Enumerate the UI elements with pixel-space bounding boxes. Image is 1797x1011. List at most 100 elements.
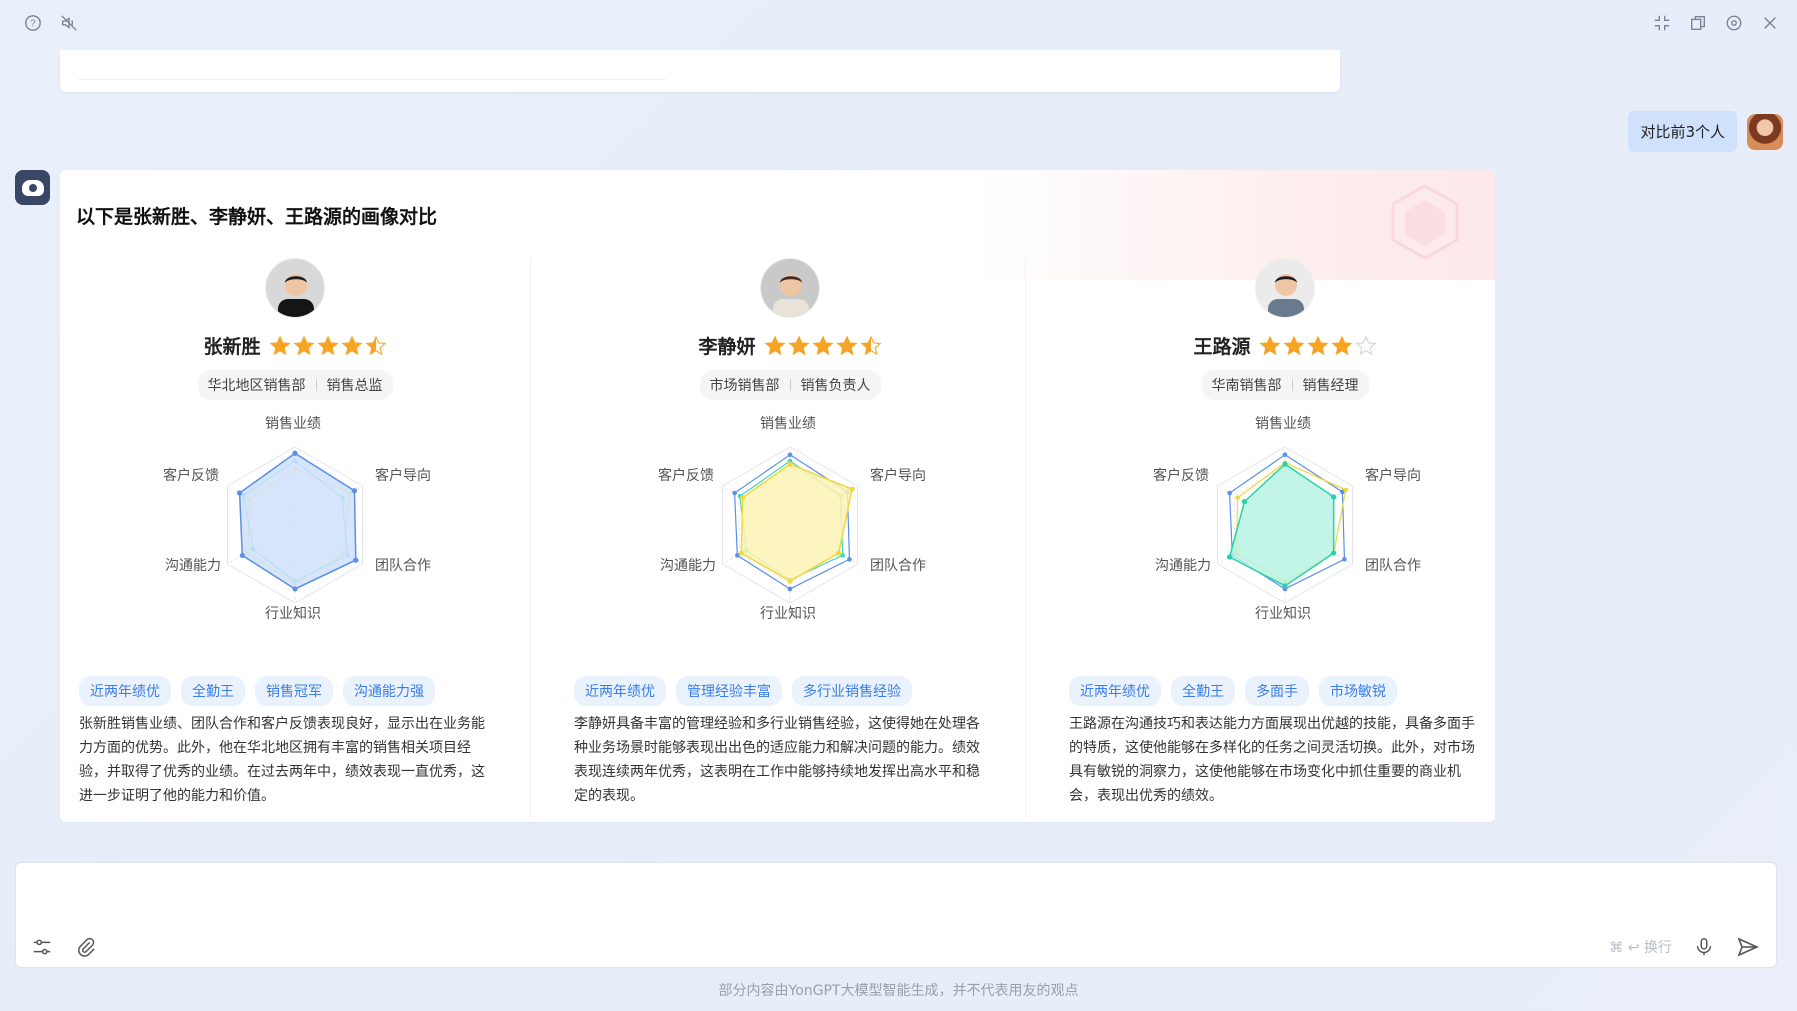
radar-chart: 销售业绩 客户导向 团队合作 行业知识 沟通能力 客户反馈 (620, 413, 960, 633)
radar-point (732, 490, 737, 496)
dept-row: 市场销售部 销售负责人 (555, 370, 1025, 400)
attach-icon[interactable] (74, 935, 98, 959)
star-icon (1258, 334, 1281, 355)
person-name: 张新胜 (203, 336, 261, 358)
radar-point (1241, 499, 1248, 505)
person-description: 王路源在沟通技巧和表达能力方面展现出优越的技能，具备多面手的特质，这使他能够在多… (1069, 716, 1475, 804)
people-comparison: 张新胜 华北地区销售部 销售总监 销售业绩 客户导向 团队合作 行业知识 沟通能力 客户反馈 近两… (60, 258, 1495, 818)
radar-point (1342, 557, 1347, 562)
tag: 全勤王 (181, 676, 245, 706)
radar-point (849, 486, 855, 492)
newline-hint: ⌘ ↩ 换行 (1609, 940, 1672, 956)
bot-avatar (15, 170, 50, 205)
radar-point (738, 550, 744, 556)
star-icon (364, 334, 387, 355)
answer-card: 以下是张新胜、李静妍、王路源的画像对比 张新胜 华北地区销售部 销售总监 销售业绩 客户… (60, 170, 1495, 822)
radar-point (836, 550, 842, 556)
tag: 多面手 (1245, 676, 1309, 706)
star-icon (316, 334, 339, 355)
radar-point (237, 490, 243, 496)
radar-chart: 销售业绩 客户导向 团队合作 行业知识 沟通能力 客户反馈 (1115, 413, 1455, 633)
star-icon (1282, 334, 1305, 355)
tag: 多行业销售经验 (792, 676, 912, 706)
help-icon[interactable]: ? (22, 12, 44, 34)
dept-row: 华南销售部 销售经理 (1050, 370, 1495, 400)
radar-axis-label: 客户导向 (1365, 468, 1421, 484)
radar-axis-label: 团队合作 (375, 558, 431, 574)
dept-row: 华北地区销售部 销售总监 (60, 370, 530, 400)
tag: 近两年绩优 (1069, 676, 1161, 706)
person-name: 李静妍 (698, 336, 756, 358)
radar-axis-label: 销售业绩 (265, 416, 321, 432)
mute-icon[interactable] (58, 12, 80, 34)
person-avatar[interactable] (760, 258, 820, 318)
radar-chart: 销售业绩 客户导向 团队合作 行业知识 沟通能力 客户反馈 (125, 413, 465, 633)
star-icon (859, 334, 882, 355)
radar-svg (721, 446, 859, 604)
top-left-toolbar: ? (22, 12, 80, 34)
radar-point (1331, 494, 1337, 500)
dept-pill: 市场销售部 销售负责人 (699, 370, 881, 400)
hexagon-deco-icon (1391, 184, 1459, 260)
svg-text:?: ? (30, 19, 36, 30)
chat-input-box: ⌘ ↩ 换行 (15, 862, 1777, 968)
tag: 近两年绩优 (79, 676, 171, 706)
tag: 全勤王 (1171, 676, 1235, 706)
radar-point (1235, 495, 1241, 500)
person-name-row: 王路源 (1050, 332, 1495, 359)
radar-axis-label: 客户反馈 (163, 468, 219, 484)
star-icon (268, 334, 291, 355)
radar-axis-label: 沟通能力 (660, 558, 716, 574)
star-icon (340, 334, 363, 355)
dept-pill: 华南销售部 销售经理 (1201, 370, 1369, 400)
rating-stars (1258, 334, 1377, 357)
radar-axis-label: 行业知识 (1255, 606, 1311, 622)
chat-input[interactable] (30, 875, 1730, 915)
star-icon (787, 334, 810, 355)
dept-label: 市场销售部 (709, 378, 780, 394)
radar-point (292, 586, 298, 592)
radar-point (1282, 452, 1288, 458)
mic-icon[interactable] (1692, 935, 1716, 959)
person-card: 王路源 华南销售部 销售经理 销售业绩 客户导向 团队合作 行业知识 沟通能力 客户反馈 近两年绩… (1050, 258, 1495, 818)
close-icon[interactable] (1759, 12, 1781, 34)
star-icon (1354, 334, 1377, 355)
tag: 近两年绩优 (574, 676, 666, 706)
dept-label: 华北地区销售部 (207, 378, 306, 394)
radar-point (740, 495, 746, 501)
radar-series-main (740, 463, 854, 583)
radar-axis-label: 客户导向 (870, 468, 926, 484)
tag: 销售冠军 (255, 676, 333, 706)
radar-axis-label: 销售业绩 (1255, 416, 1311, 432)
shrink-icon[interactable] (1651, 12, 1673, 34)
radar-point (787, 586, 793, 592)
star-icon (763, 334, 786, 355)
radar-axis-label: 行业知识 (760, 606, 816, 622)
role-label: 销售经理 (1302, 378, 1359, 394)
user-avatar (1747, 113, 1783, 150)
radar-point (239, 552, 245, 559)
role-label: 销售负责人 (800, 378, 871, 394)
radar-svg (1216, 446, 1354, 604)
copy-window-icon[interactable] (1687, 12, 1709, 34)
radar-axis-label: 团队合作 (1365, 558, 1421, 574)
radar-axis-label: 客户反馈 (1153, 468, 1209, 484)
radar-point (1343, 487, 1349, 493)
filter-icon[interactable] (30, 935, 54, 959)
send-icon[interactable] (1736, 935, 1760, 959)
person-avatar[interactable] (1255, 258, 1315, 318)
footer-note: 部分内容由YonGPT大模型智能生成，并不代表用友的观点 (718, 983, 1079, 999)
person-avatar[interactable] (265, 258, 325, 318)
radar-axis-label: 销售业绩 (760, 416, 816, 432)
person-name-row: 李静妍 (555, 332, 1025, 359)
person-name-row: 张新胜 (60, 332, 530, 359)
settings-icon[interactable] (1723, 12, 1745, 34)
radar-point (351, 488, 358, 494)
tag: 管理经验丰富 (676, 676, 782, 706)
tag-list: 近两年绩优 管理经验丰富 多行业销售经验 (574, 676, 912, 706)
radar-svg (226, 446, 364, 604)
radar-point (353, 557, 359, 563)
radar-axis-label: 客户反馈 (658, 468, 714, 484)
radar-point (1227, 490, 1232, 496)
person-card: 李静妍 市场销售部 销售负责人 销售业绩 客户导向 团队合作 行业知识 沟通能力 客户反馈 近两年… (555, 258, 1025, 818)
